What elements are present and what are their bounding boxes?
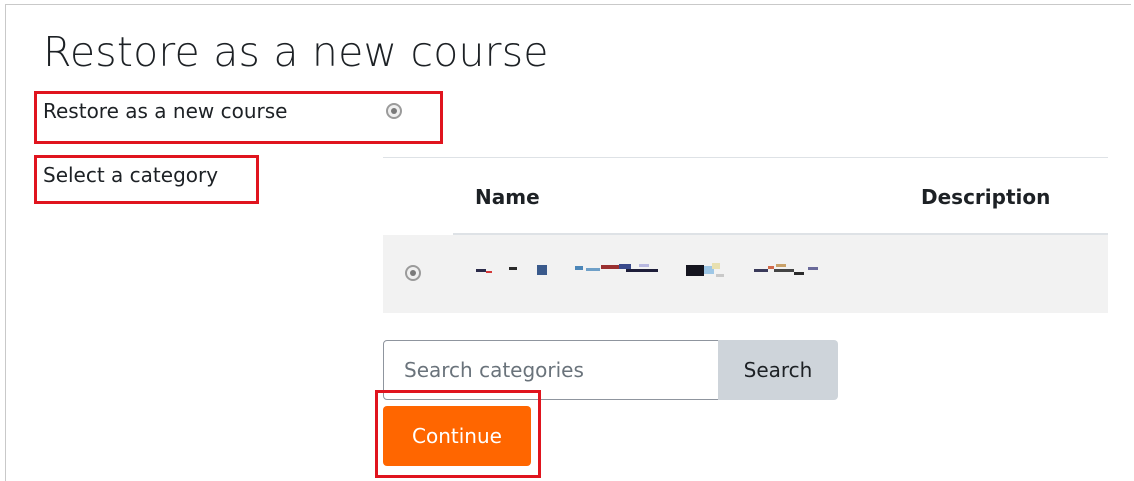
category-row-radio[interactable] [405, 265, 421, 281]
category-table: Name Description [383, 157, 1108, 314]
search-button[interactable]: Search [718, 340, 838, 400]
page-title: Restore as a new course [43, 28, 549, 76]
continue-button[interactable]: Continue [383, 406, 531, 466]
column-header-name: Name [475, 185, 540, 209]
select-category-label: Select a category [43, 163, 219, 187]
table-top-border [383, 157, 1108, 158]
column-header-description: Description [921, 185, 1051, 209]
restore-as-new-course-label: Restore as a new course [43, 99, 288, 123]
restore-as-new-course-radio[interactable] [386, 103, 402, 119]
category-name-redacted [476, 263, 836, 281]
